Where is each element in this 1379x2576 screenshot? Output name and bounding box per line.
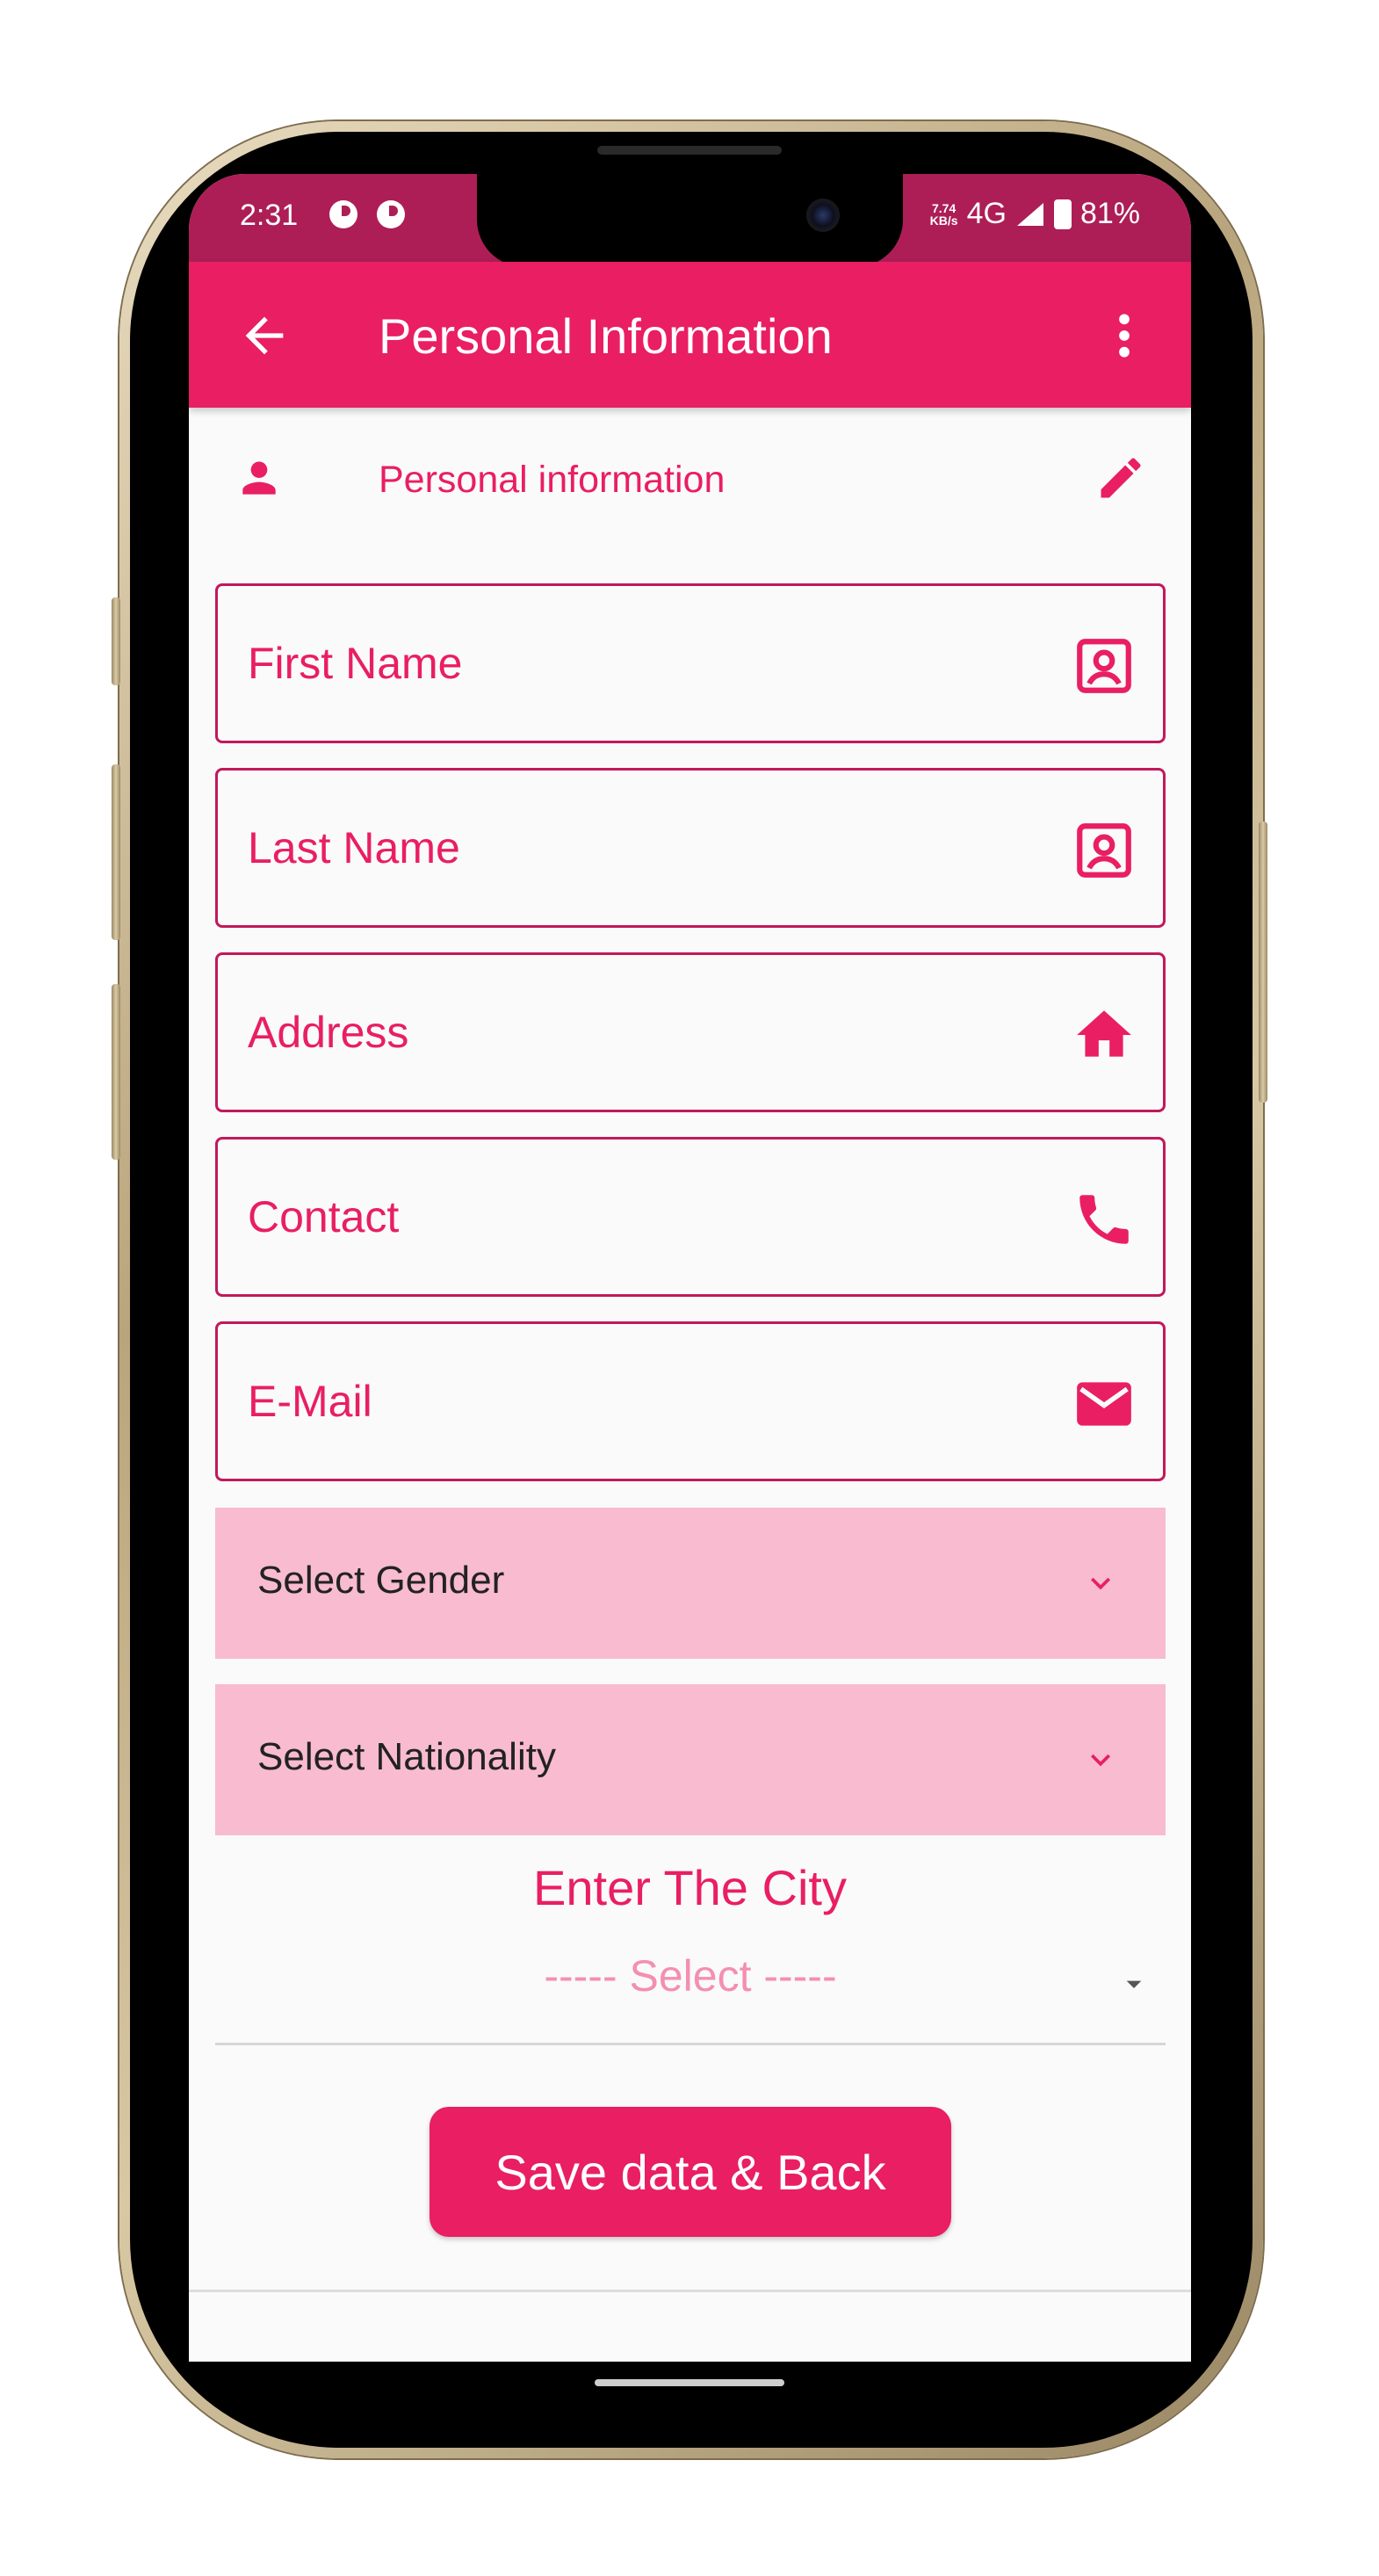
status-time: 2:31 (240, 199, 299, 232)
gender-dropdown-label: Select Gender (257, 1559, 505, 1602)
section-label: Personal information (379, 459, 726, 501)
notification-app-icon (329, 200, 357, 228)
contact-card-icon (1077, 639, 1131, 693)
contact-input[interactable] (248, 1140, 1038, 1294)
power-button (1259, 821, 1267, 1103)
page-title: Personal Information (379, 308, 833, 364)
network-speed-value: 7.74 (932, 200, 957, 215)
gender-dropdown[interactable]: Select Gender (215, 1508, 1166, 1659)
chevron-down-icon (1091, 1754, 1110, 1767)
address-field[interactable] (215, 952, 1166, 1112)
first-name-field[interactable] (215, 583, 1166, 743)
nationality-dropdown-label: Select Nationality (257, 1735, 556, 1778)
contact-field[interactable] (215, 1137, 1166, 1297)
city-title: Enter The City (533, 1860, 847, 1915)
save-data-back-button[interactable]: Save data & Back (430, 2107, 951, 2237)
signal-icon (1016, 202, 1043, 226)
email-input[interactable] (248, 1324, 1038, 1479)
arrow-left-icon[interactable] (236, 308, 292, 364)
phone-icon (1079, 1195, 1129, 1244)
screen: 2:31 7.74 KB/s 4G 81% Personal Informati… (189, 174, 1191, 2362)
mail-icon (1077, 1382, 1131, 1426)
network-speed-unit: KB/s (929, 213, 958, 228)
front-camera (806, 199, 840, 232)
volume-down-button (112, 984, 120, 1160)
person-icon (242, 461, 276, 495)
app-bar: Personal Information (189, 262, 1191, 408)
network-type: 4G (966, 197, 1007, 230)
pencil-icon[interactable] (1094, 452, 1147, 504)
network-speed: 7.74 KB/s (930, 202, 958, 227)
last-name-field[interactable] (215, 768, 1166, 928)
home-indicator[interactable] (595, 2379, 784, 2386)
battery-level: 81% (1079, 197, 1140, 230)
email-field[interactable] (215, 1321, 1166, 1481)
nationality-dropdown[interactable]: Select Nationality (215, 1684, 1166, 1835)
more-vert-icon[interactable] (1096, 308, 1152, 364)
first-name-input[interactable] (248, 586, 1038, 741)
home-icon (1077, 1010, 1131, 1057)
city-select[interactable]: ----- Select ----- (215, 1931, 1166, 2045)
city-select-placeholder: ----- Select ----- (544, 1951, 837, 2001)
section-header: Personal information (189, 408, 1191, 548)
chevron-down-icon (1091, 1577, 1110, 1590)
earpiece-speaker (597, 146, 782, 155)
battery-icon (1053, 199, 1072, 229)
volume-up-button (112, 764, 120, 940)
display-notch (477, 174, 903, 267)
bottom-divider (189, 2290, 1191, 2292)
mute-switch (112, 597, 120, 685)
stage: 2:31 7.74 KB/s 4G 81% Personal Informati… (0, 0, 1379, 2576)
last-name-input[interactable] (248, 771, 1038, 925)
address-input[interactable] (248, 955, 1038, 1110)
status-right-group: 7.74 KB/s 4G 81% (930, 197, 1140, 231)
caret-down-icon (1126, 1980, 1142, 1988)
contact-card-icon (1077, 823, 1131, 878)
notification-app-icon (377, 200, 405, 228)
